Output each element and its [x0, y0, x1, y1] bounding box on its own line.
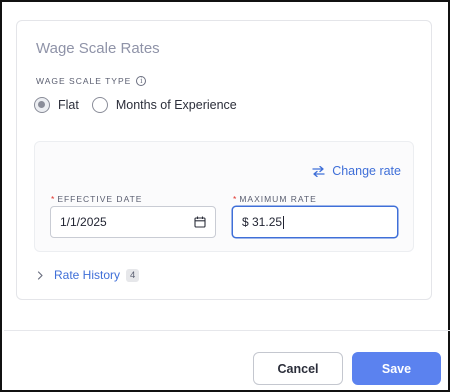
rate-history-toggle[interactable]: Rate History 4	[36, 268, 140, 282]
effective-date-input[interactable]: 1/1/2025	[50, 206, 216, 238]
radio-flat[interactable]: Flat	[34, 97, 79, 113]
text-cursor	[283, 216, 285, 230]
swap-arrows-icon	[312, 165, 325, 177]
radio-flat-indicator[interactable]	[34, 97, 50, 113]
wage-scale-type-label: WAGE SCALE TYPE i	[36, 76, 147, 86]
info-icon[interactable]: i	[136, 76, 147, 86]
maximum-rate-value-wrap: $ 31.25	[242, 214, 285, 230]
wage-scale-card: Wage Scale Rates WAGE SCALE TYPE i Flat …	[16, 20, 432, 300]
effective-date-value: 1/1/2025	[60, 215, 107, 229]
radio-months-of-experience[interactable]: Months of Experience	[91, 97, 237, 113]
cancel-button[interactable]: Cancel	[253, 352, 343, 385]
maximum-rate-label-text: MAXIMUM RATE	[239, 194, 317, 204]
chevron-right-icon	[37, 270, 43, 280]
wage-scale-type-options: Flat Months of Experience	[34, 97, 250, 113]
calendar-icon[interactable]	[194, 216, 206, 228]
card-title: Wage Scale Rates	[36, 40, 160, 57]
wage-scale-type-text: WAGE SCALE TYPE	[36, 76, 132, 86]
change-rate-link[interactable]: Change rate	[312, 164, 401, 178]
rate-history-label: Rate History	[54, 268, 121, 282]
maximum-rate-input[interactable]: $ 31.25	[232, 206, 398, 238]
rate-history-count-badge: 4	[126, 268, 140, 282]
radio-flat-label: Flat	[58, 98, 79, 112]
effective-date-label: * EFFECTIVE DATE	[51, 194, 142, 204]
required-mark: *	[233, 194, 238, 204]
maximum-rate-value: $ 31.25	[242, 214, 283, 229]
required-mark: *	[51, 194, 56, 204]
save-button[interactable]: Save	[352, 352, 441, 385]
footer-divider	[4, 330, 450, 331]
dialog-frame: Wage Scale Rates WAGE SCALE TYPE i Flat …	[0, 0, 450, 392]
maximum-rate-label: * MAXIMUM RATE	[233, 194, 317, 204]
radio-months-indicator[interactable]	[91, 97, 108, 113]
radio-months-label: Months of Experience	[115, 98, 237, 112]
change-rate-label: Change rate	[332, 164, 401, 178]
rate-panel: Change rate * EFFECTIVE DATE 1/1/2025 * MA…	[34, 141, 414, 252]
effective-date-label-text: EFFECTIVE DATE	[57, 194, 143, 204]
